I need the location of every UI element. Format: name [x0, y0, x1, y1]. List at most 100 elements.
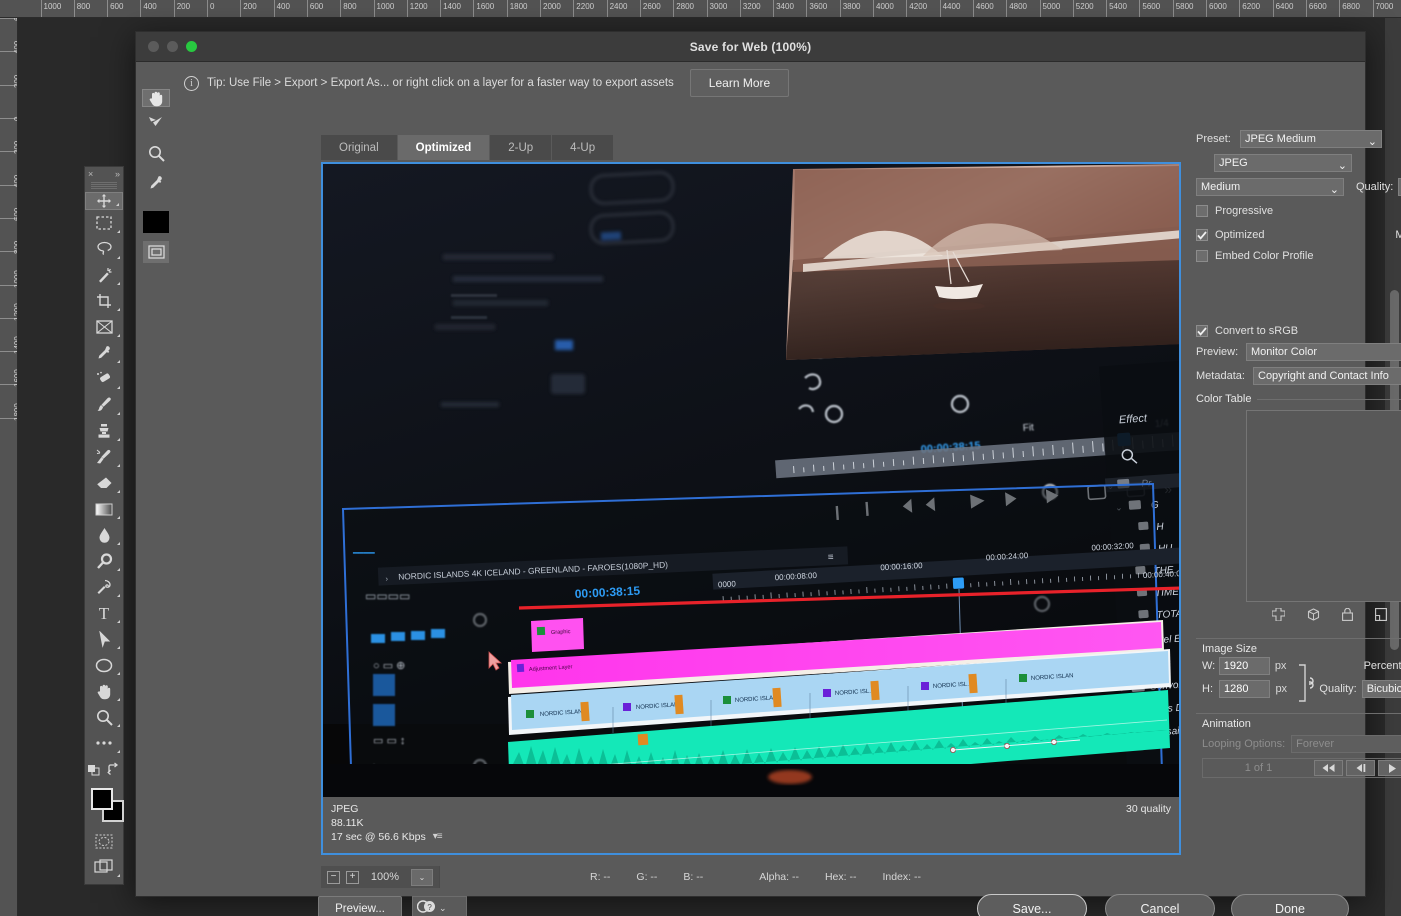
ruler-tick: 4800 [1006, 0, 1027, 18]
ruler-tick: 6200 [1239, 0, 1260, 18]
width-label: W: [1202, 660, 1219, 672]
previous-frame-button[interactable] [1346, 760, 1375, 776]
looping-options-select[interactable]: Forever ⌄ [1291, 735, 1401, 753]
foreground-color-swatch[interactable] [91, 788, 113, 810]
learn-more-button[interactable]: Learn More [690, 69, 789, 97]
ruler-tick: 5400 [1106, 0, 1127, 18]
eyedropper-tool[interactable] [142, 169, 170, 197]
lasso-tool[interactable] [85, 236, 123, 262]
zoom-dropdown[interactable]: ⌄ [411, 869, 433, 886]
convert-srgb-checkbox[interactable] [1196, 325, 1208, 337]
resample-select[interactable]: Bicubic ⌄ [1362, 680, 1401, 698]
gradient-tool[interactable] [85, 496, 123, 522]
color-table-swatches[interactable] [1246, 410, 1401, 602]
tab-optimized[interactable]: Optimized [398, 135, 491, 160]
metadata-select[interactable]: Copyright and Contact Info ⌄ [1253, 367, 1401, 385]
pen-tool[interactable] [85, 574, 123, 600]
zoom-tool[interactable] [142, 139, 170, 167]
dialog-tool-strip[interactable] [136, 63, 176, 896]
optimized-preview-panel[interactable]: 00:00:38:15 Fit 1/4 00:00:45:12 [321, 162, 1181, 855]
zoom-in-button[interactable]: + [346, 871, 359, 884]
optimized-checkbox[interactable] [1196, 229, 1208, 241]
play-button[interactable] [1378, 760, 1401, 776]
move-tool[interactable] [85, 192, 123, 210]
preview-browser-selector[interactable]: ? ⌄ [412, 896, 467, 916]
color-table-toolbar[interactable] [1196, 608, 1401, 624]
readout-index: Index: -- [882, 871, 921, 883]
zoom-tool[interactable] [85, 704, 123, 730]
brush-tool[interactable] [85, 392, 123, 418]
compression-select[interactable]: Medium ⌄ [1196, 178, 1344, 196]
marquee-tool[interactable] [85, 210, 123, 236]
readout-alpha: Alpha: -- [759, 871, 799, 883]
first-frame-button[interactable] [1314, 760, 1343, 776]
chevron-down-icon[interactable]: ⌄ [439, 903, 447, 914]
svg-text:0000: 0000 [718, 579, 737, 589]
hand-tool[interactable] [142, 89, 170, 107]
eraser-tool[interactable] [85, 470, 123, 496]
done-button[interactable]: Done [1231, 894, 1349, 916]
preset-label: Preset: [1196, 133, 1240, 145]
save-for-web-dialog: Save for Web (100%) i Tip: Use File > Ex… [135, 31, 1366, 897]
toggle-slices-visibility-icon[interactable] [143, 241, 169, 263]
ruler-tick: 6800 [1339, 0, 1360, 18]
preview-button[interactable]: Preview... [318, 896, 402, 916]
close-icon[interactable]: × [88, 169, 93, 179]
dialog-titlebar[interactable]: Save for Web (100%) [136, 32, 1365, 62]
screen-mode-icon[interactable] [85, 854, 123, 880]
default-colors-and-swap[interactable] [85, 756, 123, 782]
matte-label: Matte: [1395, 229, 1401, 241]
info-flyout-icon[interactable]: ▾≡ [433, 830, 442, 844]
healing-brush-tool[interactable] [85, 366, 123, 392]
dodge-tool[interactable] [85, 548, 123, 574]
path-selection-tool[interactable] [85, 626, 123, 652]
embed-color-profile-label: Embed Color Profile [1215, 250, 1313, 262]
expand-icon[interactable]: » [115, 169, 120, 179]
embed-color-profile-checkbox[interactable] [1196, 250, 1208, 262]
new-color-icon[interactable] [1375, 608, 1387, 624]
preview-mode-tabs[interactable]: Original Optimized 2-Up 4-Up [321, 135, 614, 160]
lock-color-icon[interactable] [1342, 608, 1353, 624]
ruler-tick: 4200 [906, 0, 927, 18]
eyedropper-tool[interactable] [85, 340, 123, 366]
ruler-tick: 400 [140, 0, 156, 18]
constrain-proportions-icon[interactable] [1296, 663, 1318, 706]
web-shift-icon[interactable] [1272, 608, 1285, 624]
ruler-tick: 2200 [573, 0, 594, 18]
save-button[interactable]: Save... [977, 894, 1087, 916]
frame-tool[interactable] [85, 314, 123, 340]
ruler-tick: 1000 [374, 0, 395, 18]
type-tool[interactable]: T [85, 600, 123, 626]
hand-tool[interactable] [85, 678, 123, 704]
svg-text:○ ▭ ⊕: ○ ▭ ⊕ [373, 660, 405, 672]
tools-palette[interactable]: × » [84, 166, 124, 885]
zoom-out-button[interactable]: − [327, 871, 340, 884]
slice-select-tool[interactable] [142, 109, 170, 137]
tab-original[interactable]: Original [321, 135, 398, 160]
preset-select[interactable]: JPEG Medium ⌄ [1240, 130, 1382, 148]
snap-to-web-icon[interactable] [1307, 608, 1320, 624]
progressive-checkbox[interactable] [1196, 205, 1208, 217]
preview-image[interactable]: 00:00:38:15 Fit 1/4 00:00:45:12 [323, 164, 1179, 853]
clone-stamp-tool[interactable] [85, 418, 123, 444]
tab-4up[interactable]: 4-Up [552, 135, 614, 160]
ellipse-tool[interactable] [85, 652, 123, 678]
quick-mask-icon[interactable] [85, 828, 123, 854]
history-brush-tool[interactable] [85, 444, 123, 470]
frame-navigation-bar: 1 of 1 [1202, 758, 1401, 778]
crop-tool[interactable] [85, 288, 123, 314]
tab-2up[interactable]: 2-Up [490, 135, 552, 160]
eyedropper-color-swatch[interactable] [143, 211, 169, 233]
preview-profile-select[interactable]: Monitor Color ⌄ [1246, 343, 1401, 361]
cancel-button[interactable]: Cancel [1105, 894, 1215, 916]
magic-wand-tool[interactable] [85, 262, 123, 288]
palette-grip[interactable] [91, 182, 117, 189]
color-swatches[interactable] [85, 786, 123, 826]
blur-tool[interactable] [85, 522, 123, 548]
file-format-select[interactable]: JPEG ⌄ [1214, 154, 1352, 172]
ruler-tick: 6600 [1306, 0, 1327, 18]
ruler-tick: 400 [274, 0, 290, 18]
width-input[interactable]: 1920 [1219, 657, 1270, 675]
height-input[interactable]: 1280 [1219, 680, 1270, 698]
more-tools-icon[interactable] [85, 730, 123, 756]
